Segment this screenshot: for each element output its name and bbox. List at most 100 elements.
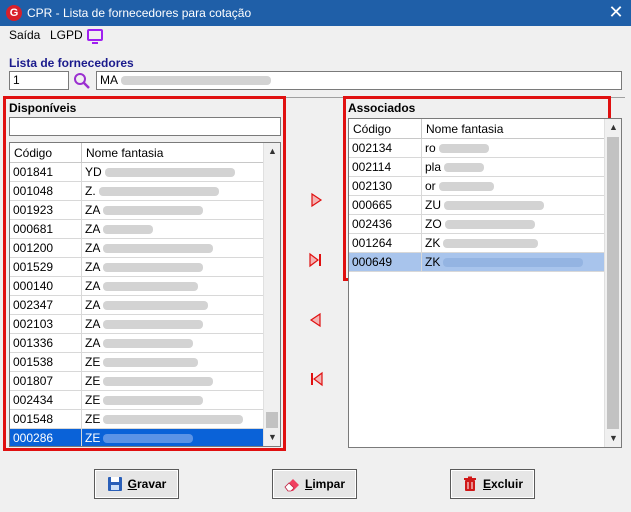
cell-codigo: 001923 bbox=[10, 201, 82, 219]
table-row[interactable]: 001841 YD bbox=[10, 163, 265, 182]
name-prefix: ZK bbox=[425, 236, 441, 250]
cell-nome-fantasia: ZK bbox=[422, 253, 606, 271]
column-codigo[interactable]: Código bbox=[10, 143, 82, 163]
cell-codigo: 000140 bbox=[10, 277, 82, 295]
cell-nome-fantasia: ZA bbox=[82, 220, 265, 238]
cell-codigo: 000665 bbox=[349, 196, 422, 214]
menu-item-saida[interactable]: Saída bbox=[7, 28, 42, 42]
table-row[interactable]: 002436 ZO bbox=[349, 215, 606, 234]
redacted-text bbox=[103, 244, 214, 254]
cell-codigo: 001264 bbox=[349, 234, 422, 252]
scroll-down-icon[interactable]: ▼ bbox=[605, 430, 621, 447]
table-row[interactable]: 002114 pla bbox=[349, 158, 606, 177]
cell-codigo: 001336 bbox=[10, 334, 82, 352]
trash-icon bbox=[462, 476, 478, 492]
name-prefix: ZA bbox=[85, 260, 101, 274]
cell-nome-fantasia: ro bbox=[422, 139, 606, 157]
column-codigo[interactable]: Código bbox=[349, 119, 422, 139]
table-row[interactable]: 002130 or bbox=[349, 177, 606, 196]
name-prefix: ZA bbox=[85, 279, 101, 293]
table-row[interactable]: 002134 ro bbox=[349, 139, 606, 158]
table-row[interactable]: 000681 ZA bbox=[10, 220, 265, 239]
gravar-button[interactable]: Gravar bbox=[94, 469, 179, 499]
cell-nome-fantasia: ZE bbox=[82, 429, 265, 446]
redacted-text bbox=[103, 434, 194, 444]
cell-nome-fantasia: YD bbox=[82, 163, 265, 181]
disponiveis-scrollbar[interactable]: ▲ ▼ bbox=[263, 143, 280, 446]
search-icon bbox=[74, 73, 90, 89]
name-prefix: ZE bbox=[85, 412, 101, 426]
cell-codigo: 000649 bbox=[349, 253, 422, 271]
cell-nome-fantasia: ZE bbox=[82, 353, 265, 371]
name-prefix: ZE bbox=[85, 393, 101, 407]
table-row[interactable]: 002347 ZA bbox=[10, 296, 265, 315]
scroll-up-icon[interactable]: ▲ bbox=[264, 143, 280, 160]
list-name-input[interactable]: MA bbox=[96, 71, 622, 90]
table-row[interactable]: 001336 ZA bbox=[10, 334, 265, 353]
cell-nome-fantasia: ZE bbox=[82, 372, 265, 390]
table-row[interactable]: 001529 ZA bbox=[10, 258, 265, 277]
excluir-button[interactable]: Excluir bbox=[450, 469, 535, 499]
redacted-text bbox=[103, 320, 204, 330]
scroll-down-icon[interactable]: ▼ bbox=[264, 429, 280, 446]
name-prefix: ZA bbox=[85, 336, 101, 350]
disponiveis-rows: 001841 YD 001048 Z. 001923 ZA 000681 ZA 001200 ZA… bbox=[10, 163, 265, 446]
scroll-thumb[interactable] bbox=[607, 137, 619, 429]
arrow-left-icon bbox=[309, 312, 321, 328]
redacted-text bbox=[103, 282, 199, 292]
redacted-text bbox=[443, 258, 584, 268]
redacted-text bbox=[103, 263, 204, 273]
cell-nome-fantasia: ZE bbox=[82, 410, 265, 428]
remove-one-button[interactable] bbox=[306, 310, 326, 330]
add-all-button[interactable] bbox=[306, 250, 326, 270]
list-code-input[interactable]: 1 bbox=[9, 71, 69, 90]
column-nome-fantasia[interactable]: Nome fantasia bbox=[82, 143, 265, 163]
name-prefix: ZA bbox=[85, 241, 101, 255]
table-row[interactable]: 000286 ZE bbox=[10, 429, 265, 446]
app-logo-icon: G bbox=[6, 5, 22, 21]
table-row[interactable]: 000649 ZK bbox=[349, 253, 606, 272]
scroll-up-icon[interactable]: ▲ bbox=[605, 119, 621, 136]
redacted-text bbox=[444, 201, 544, 211]
cell-codigo: 001538 bbox=[10, 353, 82, 371]
scroll-thumb[interactable] bbox=[266, 412, 278, 428]
cell-codigo: 002103 bbox=[10, 315, 82, 333]
column-nome-fantasia[interactable]: Nome fantasia bbox=[422, 119, 606, 139]
redacted-text bbox=[104, 168, 235, 178]
associados-grid[interactable]: Código Nome fantasia 002134 ro 002114 pla 00… bbox=[348, 118, 622, 448]
remove-all-button[interactable] bbox=[306, 369, 326, 389]
name-prefix: pla bbox=[425, 160, 442, 174]
window-title: CPR - Lista de fornecedores para cotação bbox=[27, 6, 252, 20]
monitor-icon[interactable] bbox=[87, 29, 103, 44]
cell-nome-fantasia: ZA bbox=[82, 258, 265, 276]
table-row[interactable]: 000665 ZU bbox=[349, 196, 606, 215]
redacted-text bbox=[120, 76, 271, 86]
cell-nome-fantasia: pla bbox=[422, 158, 606, 176]
disponiveis-filter-input[interactable] bbox=[9, 117, 281, 136]
table-row[interactable]: 001548 ZE bbox=[10, 410, 265, 429]
associados-scrollbar[interactable]: ▲ ▼ bbox=[604, 119, 621, 447]
table-row[interactable]: 001807 ZE bbox=[10, 372, 265, 391]
disponiveis-title: Disponíveis bbox=[9, 101, 77, 115]
name-prefix: ZA bbox=[85, 298, 101, 312]
limpar-button[interactable]: Limpar bbox=[272, 469, 357, 499]
table-row[interactable]: 001048 Z. bbox=[10, 182, 265, 201]
excluir-label: Excluir bbox=[482, 477, 524, 491]
search-button[interactable] bbox=[72, 71, 92, 90]
cell-codigo: 002347 bbox=[10, 296, 82, 314]
table-row[interactable]: 002434 ZE bbox=[10, 391, 265, 410]
menu-item-lgpd[interactable]: LGPD bbox=[48, 28, 85, 42]
table-row[interactable]: 001923 ZA bbox=[10, 201, 265, 220]
table-row[interactable]: 001264 ZK bbox=[349, 234, 606, 253]
table-row[interactable]: 001538 ZE bbox=[10, 353, 265, 372]
name-prefix: ZU bbox=[425, 198, 441, 212]
disponiveis-grid[interactable]: Código Nome fantasia 001841 YD 001048 Z. 001… bbox=[9, 142, 281, 447]
add-one-button[interactable] bbox=[306, 190, 326, 210]
close-button[interactable]: ✕ bbox=[601, 0, 631, 26]
table-row[interactable]: 001200 ZA bbox=[10, 239, 265, 258]
grid-header: Código Nome fantasia bbox=[349, 119, 606, 139]
table-row[interactable]: 002103 ZA bbox=[10, 315, 265, 334]
cell-nome-fantasia: ZA bbox=[82, 239, 265, 257]
cell-nome-fantasia: ZA bbox=[82, 201, 265, 219]
table-row[interactable]: 000140 ZA bbox=[10, 277, 265, 296]
